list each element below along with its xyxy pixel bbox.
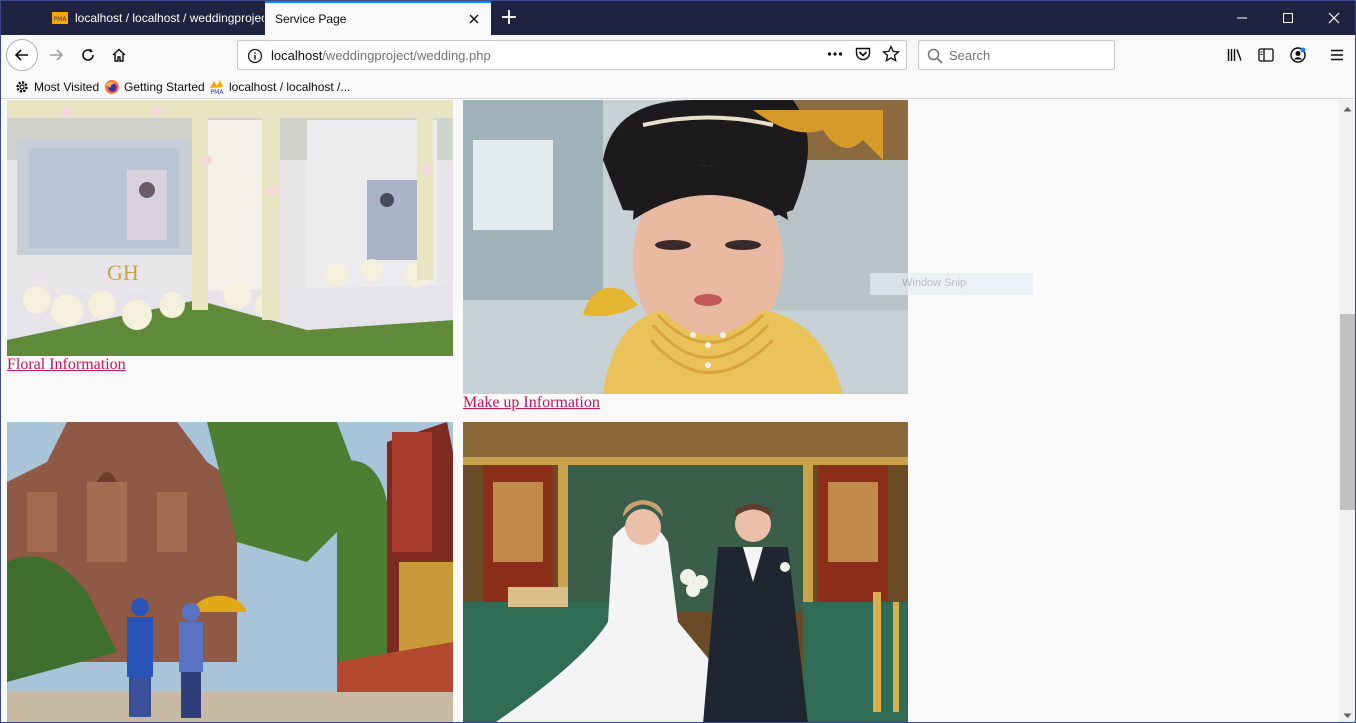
search-placeholder: Search: [949, 48, 991, 63]
close-tab-icon[interactable]: [463, 8, 485, 30]
temple-couple-photo: [7, 422, 453, 722]
bride-makeup-photo: [463, 100, 908, 394]
back-arrow-icon: [14, 49, 28, 61]
reload-button[interactable]: [73, 40, 103, 70]
scroll-up-arrow-icon[interactable]: [1339, 100, 1355, 117]
pma-favicon-icon: PMA: [52, 10, 68, 26]
scroll-thumb[interactable]: [1340, 314, 1355, 510]
browser-window: PMA localhost / localhost / weddingproje…: [0, 0, 1356, 723]
page-actions-icon[interactable]: [826, 45, 844, 67]
floral-stage-photo: GH: [7, 100, 453, 356]
svg-text:PMA: PMA: [54, 16, 68, 23]
pma-icon: PMA: [209, 79, 225, 96]
svg-text:GH: GH: [107, 260, 139, 285]
bookmark-label: Getting Started: [124, 80, 205, 94]
church-couple-photo: [463, 422, 908, 722]
back-button[interactable]: [6, 39, 38, 71]
url-host: localhost: [271, 48, 323, 63]
floral-information-link[interactable]: Floral Information: [7, 356, 126, 374]
url-bar[interactable]: localhost/weddingproject/wedding.php: [237, 40, 907, 70]
reload-icon: [82, 48, 94, 61]
bookmark-getting-started[interactable]: Getting Started: [104, 78, 205, 96]
navigation-toolbar: localhost/weddingproject/wedding.php Sea…: [1, 35, 1355, 75]
scroll-down-arrow-icon[interactable]: [1339, 707, 1355, 722]
bookmarks-toolbar: Most Visited Getting Started PMA localho…: [1, 75, 1355, 99]
window-snip-overlay: Window Snip: [870, 273, 1033, 295]
forward-arrow-icon: [50, 49, 64, 61]
bookmark-label: localhost / localhost /...: [229, 80, 351, 94]
url-text: localhost/weddingproject/wedding.php: [271, 48, 491, 63]
firefox-icon: [104, 79, 120, 95]
search-icon: [926, 47, 944, 65]
bookmark-star-icon[interactable]: [881, 44, 901, 67]
tab-service-page[interactable]: Service Page: [265, 1, 491, 35]
minimize-button[interactable]: [1219, 1, 1265, 35]
home-icon: [112, 48, 126, 62]
forward-button[interactable]: [41, 40, 71, 70]
close-window-button[interactable]: [1311, 1, 1355, 35]
tab-strip: PMA localhost / localhost / weddingproje…: [1, 1, 1355, 35]
page-content: GH Floral Information Make up Informatio…: [1, 100, 1339, 722]
tab-title: Service Page: [275, 12, 347, 26]
library-icon: [1227, 49, 1242, 61]
info-icon[interactable]: [246, 47, 264, 65]
search-bar[interactable]: Search: [918, 40, 1115, 70]
maximize-button[interactable]: [1265, 1, 1311, 35]
url-path: /weddingproject/wedding.php: [322, 48, 491, 63]
bookmark-phpmyadmin[interactable]: PMA localhost / localhost /...: [209, 78, 350, 96]
bookmark-most-visited[interactable]: Most Visited: [14, 78, 99, 96]
home-button[interactable]: [104, 40, 134, 70]
sidebar-icon: [1258, 48, 1274, 62]
tab-phpmyadmin[interactable]: PMA localhost / localhost / weddingproje…: [42, 1, 264, 35]
menu-button[interactable]: [1323, 40, 1351, 70]
account-icon: [1290, 47, 1306, 63]
account-button[interactable]: [1284, 40, 1312, 70]
pocket-icon[interactable]: [854, 45, 872, 67]
bookmark-label: Most Visited: [34, 80, 100, 94]
page-scrollbar[interactable]: [1339, 100, 1355, 722]
new-tab-button[interactable]: +: [496, 5, 522, 31]
url-actions: [826, 44, 901, 67]
gear-icon: [14, 79, 30, 95]
hamburger-menu-icon: [1331, 49, 1343, 61]
sidebar-button[interactable]: [1252, 40, 1280, 70]
svg-text:PMA: PMA: [211, 89, 225, 95]
library-button[interactable]: [1221, 40, 1249, 70]
tab-title: localhost / localhost / weddingproject: [75, 11, 264, 25]
makeup-information-link[interactable]: Make up Information: [463, 394, 600, 412]
